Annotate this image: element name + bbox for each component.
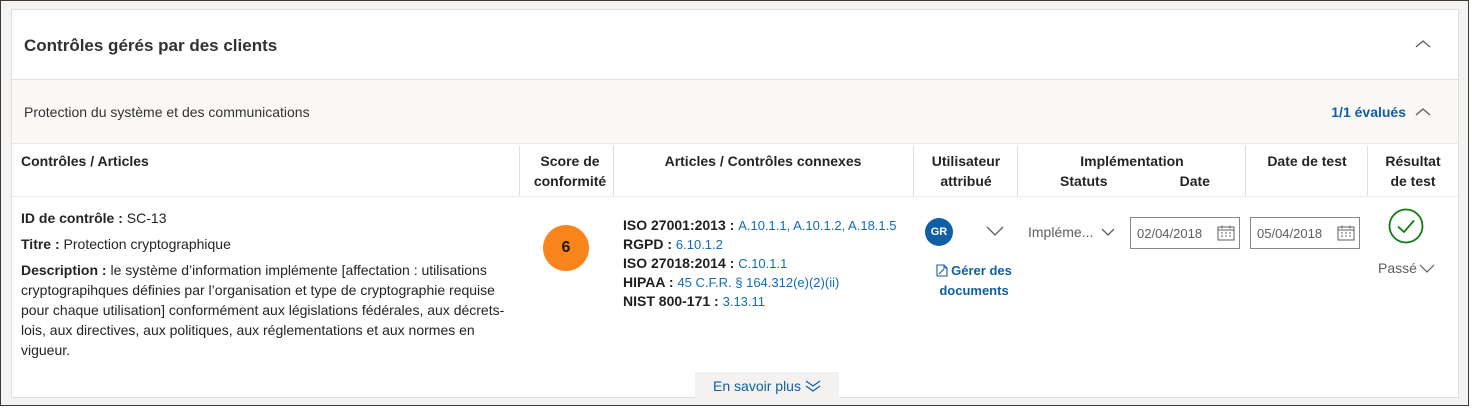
evaluated-count-link[interactable]: 1/1 évalués xyxy=(1331,104,1406,120)
related-standard: HIPAA : xyxy=(623,274,674,290)
manage-documents-label: Gérer des documents xyxy=(939,263,1012,298)
column-header-result-line1: Résultat xyxy=(1385,153,1441,169)
control-id: SC-13 xyxy=(126,210,167,226)
compliance-score-badge: 6 xyxy=(543,225,589,271)
chevron-up-icon xyxy=(1415,40,1431,48)
learn-more-label: En savoir plus xyxy=(713,378,801,394)
calendar-icon[interactable] xyxy=(1337,225,1355,241)
related-refs-link[interactable]: 45 C.F.R. § 164.312(e)(2)(ii) xyxy=(677,275,839,290)
page-frame: Contrôles gérés par des clients Protecti… xyxy=(0,0,1469,406)
control-id-label: ID de contrôle : xyxy=(21,210,123,226)
customer-managed-controls-card: Contrôles gérés par des clients Protecti… xyxy=(11,9,1459,400)
related-refs-link[interactable]: 6.10.1.2 xyxy=(676,237,723,252)
column-header-implementation: Implémentation Statuts Date xyxy=(1018,151,1246,191)
manage-documents-link[interactable]: Gérer des documents xyxy=(924,261,1024,301)
related-standard: ISO 27018:2014 : xyxy=(623,255,735,271)
implementation-status-value: Impléme... xyxy=(1028,224,1094,240)
learn-more-button[interactable]: En savoir plus xyxy=(695,372,839,400)
section-header: Contrôles gérés par des clients xyxy=(12,10,1458,80)
control-title-line: Titre : Protection cryptographique xyxy=(21,234,511,254)
column-divider xyxy=(913,146,914,196)
control-details: ID de contrôle : SC-13 Titre : Protectio… xyxy=(21,208,511,360)
related-item: NIST 800-171 : 3.13.11 xyxy=(623,292,903,311)
related-item: ISO 27001:2013 : A.10.1.1, A.10.1.2, A.1… xyxy=(623,216,903,235)
column-header-score-line1: Score de xyxy=(540,153,600,169)
column-header-related: Articles / Contrôles connexes xyxy=(664,153,862,169)
column-header-user: Utilisateur attribué xyxy=(914,151,1018,191)
test-result-value: Passé xyxy=(1378,260,1417,276)
column-header-test-date: Date de test xyxy=(1267,153,1347,169)
related-refs-link[interactable]: 3.13.11 xyxy=(723,294,765,309)
related-standard: ISO 27001:2013 : xyxy=(623,217,735,233)
column-header-impl-date: Date xyxy=(1179,173,1210,189)
test-date-value: 05/04/2018 xyxy=(1257,225,1323,241)
implementation-date-value: 02/04/2018 xyxy=(1137,225,1203,241)
column-divider xyxy=(1245,146,1246,196)
column-header-impl-title: Implémentation xyxy=(1080,153,1184,169)
related-item: HIPAA : 45 C.F.R. § 164.312(e)(2)(ii) xyxy=(623,273,903,292)
assign-user-dropdown[interactable] xyxy=(986,223,1004,239)
section-title: Contrôles gérés par des clients xyxy=(24,36,278,55)
related-item: RGPD : 6.10.1.2 xyxy=(623,235,903,254)
implementation-status-dropdown[interactable]: Impléme... xyxy=(1028,220,1136,244)
column-header-controls: Contrôles / Articles xyxy=(21,153,149,169)
chevron-up-icon xyxy=(1415,108,1431,116)
column-divider xyxy=(613,146,614,196)
control-title: Protection cryptographique xyxy=(63,236,231,252)
control-family-name: Protection du système et des communicati… xyxy=(24,104,310,120)
calendar-icon[interactable] xyxy=(1217,225,1235,241)
control-title-label: Titre : xyxy=(21,236,60,252)
control-description: Description : le système d’information i… xyxy=(21,260,511,360)
control-family-row[interactable]: Protection du système et des communicati… xyxy=(12,80,1458,144)
column-divider xyxy=(1017,146,1018,196)
column-header-user-line2: attribué xyxy=(940,173,992,189)
test-date-input[interactable]: 05/04/2018 xyxy=(1250,217,1360,249)
related-articles-list: ISO 27001:2013 : A.10.1.1, A.10.1.2, A.1… xyxy=(623,216,903,311)
related-item: ISO 27018:2014 : C.10.1.1 xyxy=(623,254,903,273)
related-refs-link[interactable]: A.10.1.1, A.10.1.2, A.18.1.5 xyxy=(738,218,896,233)
collapse-section-button[interactable] xyxy=(1411,34,1435,54)
column-divider xyxy=(519,146,520,196)
control-id-line: ID de contrôle : SC-13 xyxy=(21,208,511,228)
column-divider xyxy=(1367,146,1368,196)
user-avatar[interactable]: GR xyxy=(925,218,953,246)
related-refs-link[interactable]: C.10.1.1 xyxy=(738,256,787,271)
collapse-family-button[interactable] xyxy=(1411,102,1435,122)
column-header-result-line2: de test xyxy=(1390,173,1436,189)
header-divider xyxy=(12,196,1458,197)
column-header-score-line2: conformité xyxy=(533,173,607,189)
column-header-user-line1: Utilisateur xyxy=(931,153,1001,169)
chevron-down-icon xyxy=(986,226,1004,236)
chevron-down-icon xyxy=(1101,228,1115,236)
double-chevron-down-icon xyxy=(805,380,821,392)
column-header-result: Résultat de test xyxy=(1368,151,1458,191)
test-result-dropdown[interactable]: Passé xyxy=(1378,260,1435,276)
control-description-label: Description : xyxy=(21,262,107,278)
chevron-down-icon xyxy=(1419,264,1435,273)
column-header-score: Score de conformité xyxy=(520,151,620,191)
implementation-date-input[interactable]: 02/04/2018 xyxy=(1130,217,1240,249)
check-circle-icon xyxy=(1388,208,1424,244)
column-header-impl-status: Statuts xyxy=(1060,173,1108,189)
related-standard: RGPD : xyxy=(623,236,672,252)
related-standard: NIST 800-171 : xyxy=(623,293,719,309)
document-edit-icon xyxy=(936,264,948,277)
